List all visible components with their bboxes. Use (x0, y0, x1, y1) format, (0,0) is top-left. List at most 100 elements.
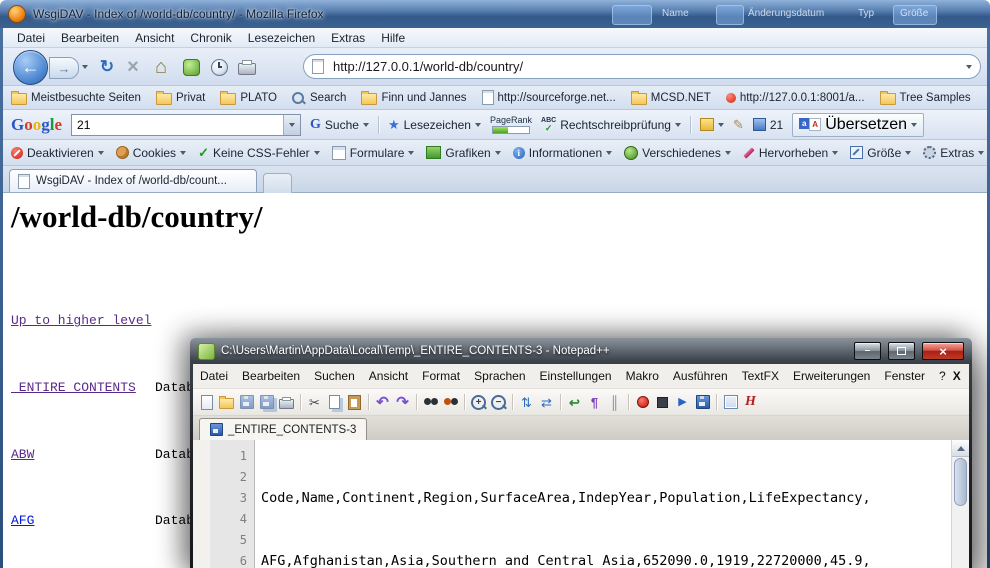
npp-menu-fenster[interactable]: Fenster (877, 366, 932, 386)
sync-scroll-h-icon[interactable] (537, 393, 556, 412)
stop-macro-icon[interactable] (653, 393, 672, 412)
addon-button[interactable] (179, 55, 203, 79)
find-icon[interactable] (421, 393, 440, 412)
spellcheck-button[interactable]: ABC✓ Rechtschreibprüfung (541, 117, 681, 133)
menu-item-ansicht[interactable]: Ansicht (127, 29, 182, 47)
npp-menu-ausfuehren[interactable]: Ausführen (666, 366, 735, 386)
redo-icon[interactable] (393, 393, 412, 412)
autofill-button[interactable] (700, 118, 724, 131)
close-button[interactable] (922, 342, 964, 360)
close-document-button[interactable]: X (953, 369, 961, 383)
bookmark-sourceforge[interactable]: http://sourceforge.net... (482, 90, 616, 105)
npp-titlebar[interactable]: C:\Users\Martin\AppData\Local\Temp\_ENTI… (193, 338, 969, 364)
dir-link[interactable]: AFG (11, 513, 34, 528)
stop-button[interactable] (121, 55, 145, 79)
pagerank-indicator[interactable]: PageRank (490, 115, 532, 134)
zoom-in-icon[interactable]: + (469, 393, 488, 412)
tab-wsgidav[interactable]: WsgiDAV - Index of /world-db/count... (9, 169, 257, 192)
new-file-icon[interactable] (197, 393, 216, 412)
show-symbols-icon[interactable] (585, 393, 604, 412)
bookmark-meistbesuchte-seiten[interactable]: Meistbesuchte Seiten (11, 91, 141, 105)
npp-menu-sprachen[interactable]: Sprachen (467, 366, 532, 386)
code-area[interactable]: Code,Name,Continent,Region,SurfaceArea,I… (255, 440, 952, 568)
google-search-box[interactable] (71, 114, 301, 136)
bookmark-privat[interactable]: Privat (156, 91, 205, 105)
save-icon[interactable] (237, 393, 256, 412)
scrollbar-thumb[interactable] (954, 458, 967, 506)
save-macro-icon[interactable] (693, 393, 712, 412)
scrollbar-up-button[interactable] (952, 440, 969, 457)
undo-icon[interactable] (373, 393, 392, 412)
bookmark-finn-und-jannes[interactable]: Finn und Jannes (361, 91, 466, 105)
url-dropdown-icon[interactable] (966, 65, 972, 69)
webdev-informationen[interactable]: Informationen (513, 146, 612, 160)
menu-item-chronik[interactable]: Chronik (182, 29, 239, 47)
bookmark-plato[interactable]: PLATO (220, 91, 277, 105)
npp-tab-entire-contents[interactable]: _ENTIRE_CONTENTS-3 (199, 418, 367, 440)
webdev-hervorheben[interactable]: Hervorheben (743, 146, 838, 160)
npp-menu-bearbeiten[interactable]: Bearbeiten (235, 366, 307, 386)
menu-item-hilfe[interactable]: Hilfe (373, 29, 413, 47)
google-bookmarks-button[interactable]: ★Lesezeichen (388, 117, 481, 133)
hex-editor-icon[interactable] (741, 393, 760, 412)
word-wrap-icon[interactable] (565, 393, 584, 412)
copy-icon[interactable] (325, 393, 344, 412)
indent-guides-icon[interactable] (605, 393, 624, 412)
highlighter-button[interactable] (733, 117, 744, 133)
record-macro-icon[interactable] (633, 393, 652, 412)
firefox-titlebar[interactable]: WsgiDAV - Index of /world-db/country/ - … (0, 0, 990, 28)
menu-item-datei[interactable]: Datei (9, 29, 53, 47)
up-to-higher-level-link[interactable]: Up to higher level (11, 310, 151, 332)
zoom-out-icon[interactable]: − (489, 393, 508, 412)
paste-icon[interactable] (345, 393, 364, 412)
bookmark-mcsd-net[interactable]: MCSD.NET (631, 91, 711, 105)
notepadpp-window[interactable]: C:\Users\Martin\AppData\Local\Temp\_ENTI… (190, 338, 972, 568)
npp-menu-help[interactable]: ? (932, 366, 953, 386)
npp-menu-datei[interactable]: Datei (193, 366, 235, 386)
npp-editor[interactable]: 1 2 3 4 5 6 Code,Name,Continent,Region,S… (193, 440, 969, 568)
menu-item-bearbeiten[interactable]: Bearbeiten (53, 29, 127, 47)
npp-menu-einstellungen[interactable]: Einstellungen (533, 366, 619, 386)
webdev-verschiedenes[interactable]: Verschiedenes (624, 146, 731, 160)
bookmark-search[interactable]: Search (292, 92, 346, 104)
replace-icon[interactable] (441, 393, 460, 412)
npp-menu-erweiterungen[interactable]: Erweiterungen (786, 366, 877, 386)
webdev-cookies[interactable]: Cookies (116, 146, 186, 160)
webdev-deaktivieren[interactable]: Deaktivieren (11, 146, 104, 160)
dir-link[interactable]: _ENTIRE_CONTENTS (11, 380, 136, 395)
history-clock-button[interactable] (207, 55, 231, 79)
dir-link[interactable]: ABW (11, 447, 34, 462)
npp-menu-textfx[interactable]: TextFX (735, 366, 786, 386)
menu-item-extras[interactable]: Extras (323, 29, 373, 47)
minimize-button[interactable] (854, 342, 881, 360)
translate-button[interactable]: aA Übersetzen (792, 113, 924, 137)
google-search-input[interactable] (72, 117, 283, 133)
save-all-icon[interactable] (257, 393, 276, 412)
new-tab-button[interactable] (263, 173, 292, 193)
open-file-icon[interactable] (217, 393, 236, 412)
npp-menu-ansicht[interactable]: Ansicht (362, 366, 415, 386)
back-button[interactable] (13, 50, 48, 85)
print-icon[interactable] (277, 393, 296, 412)
url-bar[interactable] (303, 54, 981, 79)
webdev-grafiken[interactable]: Grafiken (426, 146, 500, 160)
sync-scroll-v-icon[interactable] (517, 393, 536, 412)
doc-map-icon[interactable] (721, 393, 740, 412)
npp-menu-format[interactable]: Format (415, 366, 467, 386)
webdev-extras[interactable]: Extras (923, 146, 984, 160)
home-button[interactable] (149, 55, 173, 79)
maximize-button[interactable] (888, 342, 915, 360)
webdev-groesse[interactable]: Größe (850, 146, 911, 160)
bookmark-tree-samples[interactable]: Tree Samples (880, 91, 971, 105)
vertical-scrollbar[interactable] (951, 440, 969, 568)
play-macro-icon[interactable] (673, 393, 692, 412)
print-button[interactable] (235, 55, 259, 79)
google-search-dropdown[interactable] (283, 115, 300, 135)
menu-item-lesezeichen[interactable]: Lesezeichen (240, 29, 323, 47)
google-search-button[interactable]: GSuche (310, 117, 369, 133)
cut-icon[interactable] (305, 393, 324, 412)
npp-menu-makro[interactable]: Makro (619, 366, 666, 386)
match-count-button[interactable]: 21 (753, 118, 783, 132)
npp-menu-suchen[interactable]: Suchen (307, 366, 362, 386)
webdev-formulare[interactable]: Formulare (332, 146, 415, 160)
